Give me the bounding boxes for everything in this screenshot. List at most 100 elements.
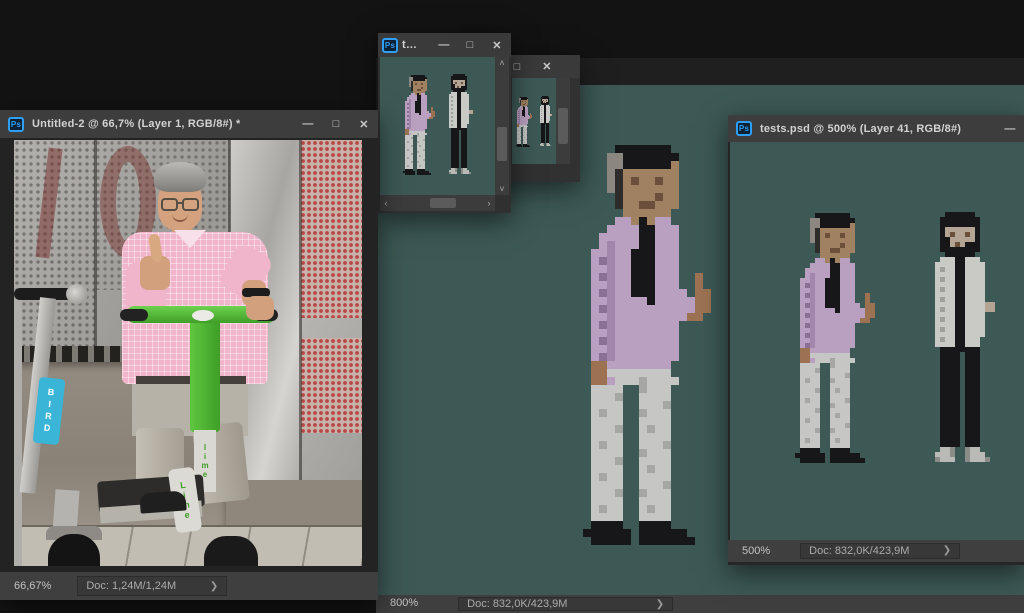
pixel-run <box>615 241 639 249</box>
pixel-run <box>623 185 679 193</box>
untitled-photo-canvas[interactable]: BIRD lime <box>14 140 362 566</box>
scroll-right-icon[interactable]: › <box>483 198 495 208</box>
float1-canvas[interactable] <box>380 57 495 195</box>
pixel-run <box>639 481 663 489</box>
pixel-run <box>639 433 671 441</box>
tests-title-bar[interactable]: Ps tests.psd @ 500% (Layer 41, RGB/8#) — <box>728 115 1024 142</box>
scrollbar-thumb[interactable] <box>558 108 568 144</box>
untitled-doc-size-field[interactable]: Doc: 1,24M/1,24M ❯ <box>77 576 227 596</box>
pixel-run <box>631 281 655 289</box>
chevron-right-icon[interactable]: ❯ <box>943 545 951 556</box>
pixel-run <box>860 318 870 323</box>
scroll-left-icon[interactable]: ‹ <box>380 198 392 208</box>
close-button[interactable]: ✕ <box>350 110 378 138</box>
pixel-run <box>607 441 623 449</box>
chevron-right-icon[interactable]: ❯ <box>210 581 218 592</box>
pixel-run <box>615 489 623 497</box>
tests-doc-size: Doc: 832,0K/423,9M <box>809 545 909 557</box>
pixel-run <box>695 305 711 313</box>
float2-canvas[interactable] <box>512 78 556 164</box>
float2-vertical-scrollbar[interactable] <box>556 78 570 164</box>
pixel-run <box>655 425 671 433</box>
minimize-button[interactable]: — <box>996 115 1024 142</box>
pixel-run <box>615 193 623 201</box>
pixel-run <box>599 441 607 449</box>
pixel-run <box>631 289 655 297</box>
pixel-run <box>639 529 687 537</box>
pixel-run <box>591 337 599 345</box>
photo-red-perforated-panel-mid <box>300 338 362 433</box>
scrollbar-thumb[interactable] <box>430 198 456 208</box>
pixel-run <box>591 465 623 473</box>
photoshop-workspace: 800% Doc: 832,0K/423,9M ❯ Ps tests.psd @… <box>0 0 1024 613</box>
pixel-run <box>591 537 631 545</box>
close-button[interactable]: ✕ <box>534 55 560 78</box>
pixel-run <box>591 441 599 449</box>
pixel-run <box>639 401 663 409</box>
pixel-run <box>655 177 663 185</box>
pixel-run <box>615 289 631 297</box>
pixel-run <box>615 425 623 433</box>
tests-canvas[interactable] <box>730 142 1024 540</box>
pixel-run <box>639 513 671 521</box>
pixel-run <box>591 353 599 361</box>
pixel-run <box>639 425 647 433</box>
pixel-run <box>599 337 607 345</box>
float1-horizontal-scrollbar[interactable]: ‹ › <box>380 195 495 211</box>
untitled-zoom-level[interactable]: 66,67% <box>0 580 61 592</box>
pixel-run <box>639 201 655 209</box>
tests-doc-size-field[interactable]: Doc: 832,0K/423,9M ❯ <box>800 543 960 558</box>
pixel-run <box>655 225 679 233</box>
pixel-run <box>639 537 695 545</box>
photoshop-file-icon: Ps <box>382 38 398 53</box>
pixel-run <box>639 233 655 241</box>
scroll-up-icon[interactable]: ˄ <box>495 57 509 69</box>
pixel-run <box>639 489 647 497</box>
pixel-run <box>591 505 599 513</box>
maximize-button[interactable]: □ <box>457 33 483 57</box>
pixel-run <box>623 153 679 161</box>
pixel-run <box>940 457 955 462</box>
pixel-run <box>623 201 639 209</box>
float1-vertical-scrollbar[interactable]: ˄ ˅ <box>495 57 509 195</box>
main-zoom-level[interactable]: 800% <box>376 597 428 609</box>
pixel-run <box>591 425 615 433</box>
main-doc-size: Doc: 832,0K/423,9M <box>467 598 567 610</box>
pixel-run <box>695 289 711 297</box>
pixel-run <box>687 313 703 321</box>
minimize-button[interactable]: — <box>294 110 322 138</box>
pixel-run <box>655 201 679 209</box>
pixel-run <box>647 377 679 385</box>
close-button[interactable]: ✕ <box>483 33 511 57</box>
float1-window-title: t… <box>402 39 417 51</box>
pixel-run <box>451 172 457 174</box>
tests-zoom-level[interactable]: 500% <box>728 545 780 557</box>
maximize-button[interactable]: □ <box>322 110 350 138</box>
man-left-hand <box>246 296 274 320</box>
pixel-run <box>607 185 615 193</box>
untitled-title-bar[interactable]: Ps Untitled-2 @ 66,7% (Layer 1, RGB/8#) … <box>0 110 378 138</box>
pixel-run <box>591 289 599 297</box>
pixel-run <box>607 297 615 305</box>
scroll-down-icon[interactable]: ˅ <box>495 183 509 195</box>
pixel-run <box>607 377 615 385</box>
main-doc-size-field[interactable]: Doc: 832,0K/423,9M ❯ <box>458 597 673 611</box>
pixel-run <box>647 425 655 433</box>
lime-scooter-rear-wheel <box>204 536 258 566</box>
chevron-right-icon[interactable]: ❯ <box>656 599 664 610</box>
pixel-run <box>639 377 647 385</box>
pixel-run <box>615 377 639 385</box>
pixel-run <box>695 281 703 289</box>
minimize-button[interactable]: — <box>431 33 457 57</box>
pixel-run <box>591 281 607 289</box>
pixel-run <box>615 281 631 289</box>
scrollbar-thumb[interactable] <box>497 127 507 161</box>
pixel-run <box>591 329 607 337</box>
pixel-run <box>607 265 615 273</box>
float1-title-bar[interactable]: Ps t… — □ ✕ <box>378 33 511 57</box>
pixel-run <box>469 172 471 174</box>
pixel-run <box>607 249 615 257</box>
pixel-run <box>631 177 639 185</box>
pixel-run <box>591 345 607 353</box>
pixel-run <box>655 265 679 273</box>
